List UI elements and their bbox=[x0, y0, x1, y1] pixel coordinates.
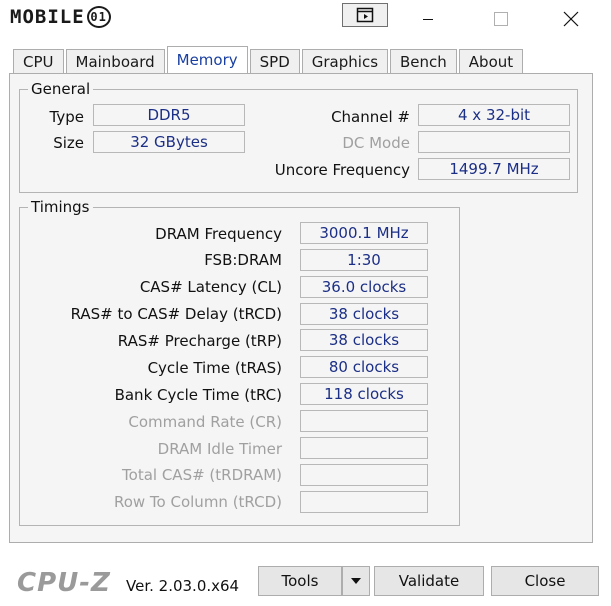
cas-latency-value: 36.0 clocks bbox=[300, 276, 428, 298]
tools-button[interactable]: Tools bbox=[258, 566, 342, 596]
logo-mark: 01 bbox=[86, 6, 111, 28]
close-button[interactable]: Close bbox=[491, 566, 599, 596]
minimize-button[interactable] bbox=[405, 0, 451, 38]
dram-idle-timer-value bbox=[300, 437, 428, 459]
tab-cpu[interactable]: CPU bbox=[13, 49, 64, 73]
cas-latency-label: CAS# Latency (CL) bbox=[139, 278, 282, 296]
general-group-title: General bbox=[28, 80, 94, 98]
chevron-down-icon bbox=[351, 578, 361, 584]
channel-label: Channel # bbox=[331, 108, 410, 126]
footer-bar: CPU-Z Ver. 2.03.0.x64 Tools Validate Clo… bbox=[0, 560, 611, 606]
dram-frequency-value: 3000.1 MHz bbox=[300, 222, 428, 244]
command-rate-label: Command Rate (CR) bbox=[128, 413, 282, 431]
minimize-icon bbox=[423, 19, 433, 20]
fsb-dram-value: 1:30 bbox=[300, 249, 428, 271]
timings-group-title: Timings bbox=[28, 198, 93, 216]
total-cas-value bbox=[300, 464, 428, 486]
tab-memory[interactable]: Memory bbox=[166, 46, 248, 74]
uncore-frequency-value: 1499.7 MHz bbox=[418, 158, 570, 180]
ras-to-cas-value: 38 clocks bbox=[300, 303, 428, 325]
logo-text: MOBILE bbox=[10, 6, 85, 28]
version-label: Ver. 2.03.0.x64 bbox=[126, 577, 240, 595]
command-rate-value bbox=[300, 410, 428, 432]
tab-mainboard[interactable]: Mainboard bbox=[65, 49, 165, 73]
channel-value: 4 x 32-bit bbox=[418, 104, 570, 126]
title-bar: MOBILE 01 bbox=[0, 0, 611, 38]
row-to-column-value bbox=[300, 491, 428, 513]
close-icon bbox=[563, 11, 579, 27]
cpu-z-logo: CPU-Z bbox=[17, 568, 111, 598]
close-window-button[interactable] bbox=[548, 0, 594, 38]
watermark-logo: MOBILE 01 bbox=[10, 5, 111, 29]
uncore-frequency-label: Uncore Frequency bbox=[274, 161, 410, 179]
row-to-column-label: Row To Column (tRCD) bbox=[113, 493, 282, 511]
cycle-time-value: 80 clocks bbox=[300, 356, 428, 378]
window-menu-button[interactable] bbox=[342, 3, 388, 27]
tab-graphics[interactable]: Graphics bbox=[301, 49, 389, 73]
window-menu-icon bbox=[356, 7, 374, 23]
type-value: DDR5 bbox=[93, 104, 245, 126]
ras-precharge-value: 38 clocks bbox=[300, 329, 428, 351]
tab-bench[interactable]: Bench bbox=[390, 49, 457, 73]
fsb-dram-label: FSB:DRAM bbox=[204, 251, 282, 269]
memory-panel: General Type DDR5 Size 32 GBytes Channel… bbox=[9, 73, 593, 543]
ras-precharge-label: RAS# Precharge (tRP) bbox=[117, 332, 282, 350]
validate-button[interactable]: Validate bbox=[374, 566, 484, 596]
ras-to-cas-label: RAS# to CAS# Delay (tRCD) bbox=[70, 305, 282, 323]
tools-dropdown-button[interactable] bbox=[342, 566, 370, 596]
general-group: General Type DDR5 Size 32 GBytes Channel… bbox=[19, 80, 578, 193]
type-label: Type bbox=[49, 108, 84, 126]
bank-cycle-time-label: Bank Cycle Time (tRC) bbox=[114, 386, 282, 404]
cycle-time-label: Cycle Time (tRAS) bbox=[147, 359, 282, 377]
size-label: Size bbox=[53, 134, 84, 152]
maximize-button[interactable] bbox=[478, 0, 524, 38]
size-value: 32 GBytes bbox=[93, 131, 245, 153]
dc-mode-value bbox=[418, 131, 570, 153]
bank-cycle-time-value: 118 clocks bbox=[300, 383, 428, 405]
dc-mode-label: DC Mode bbox=[342, 134, 410, 152]
maximize-icon bbox=[494, 12, 508, 26]
timings-group: Timings DRAM Frequency 3000.1 MHz FSB:DR… bbox=[19, 198, 460, 526]
tab-spd[interactable]: SPD bbox=[249, 49, 300, 73]
tab-about[interactable]: About bbox=[458, 49, 524, 73]
tab-bar: CPU Mainboard Memory SPD Graphics Bench … bbox=[13, 46, 525, 74]
total-cas-label: Total CAS# (tRDRAM) bbox=[122, 466, 282, 484]
dram-frequency-label: DRAM Frequency bbox=[155, 225, 282, 243]
dram-idle-timer-label: DRAM Idle Timer bbox=[157, 440, 282, 458]
